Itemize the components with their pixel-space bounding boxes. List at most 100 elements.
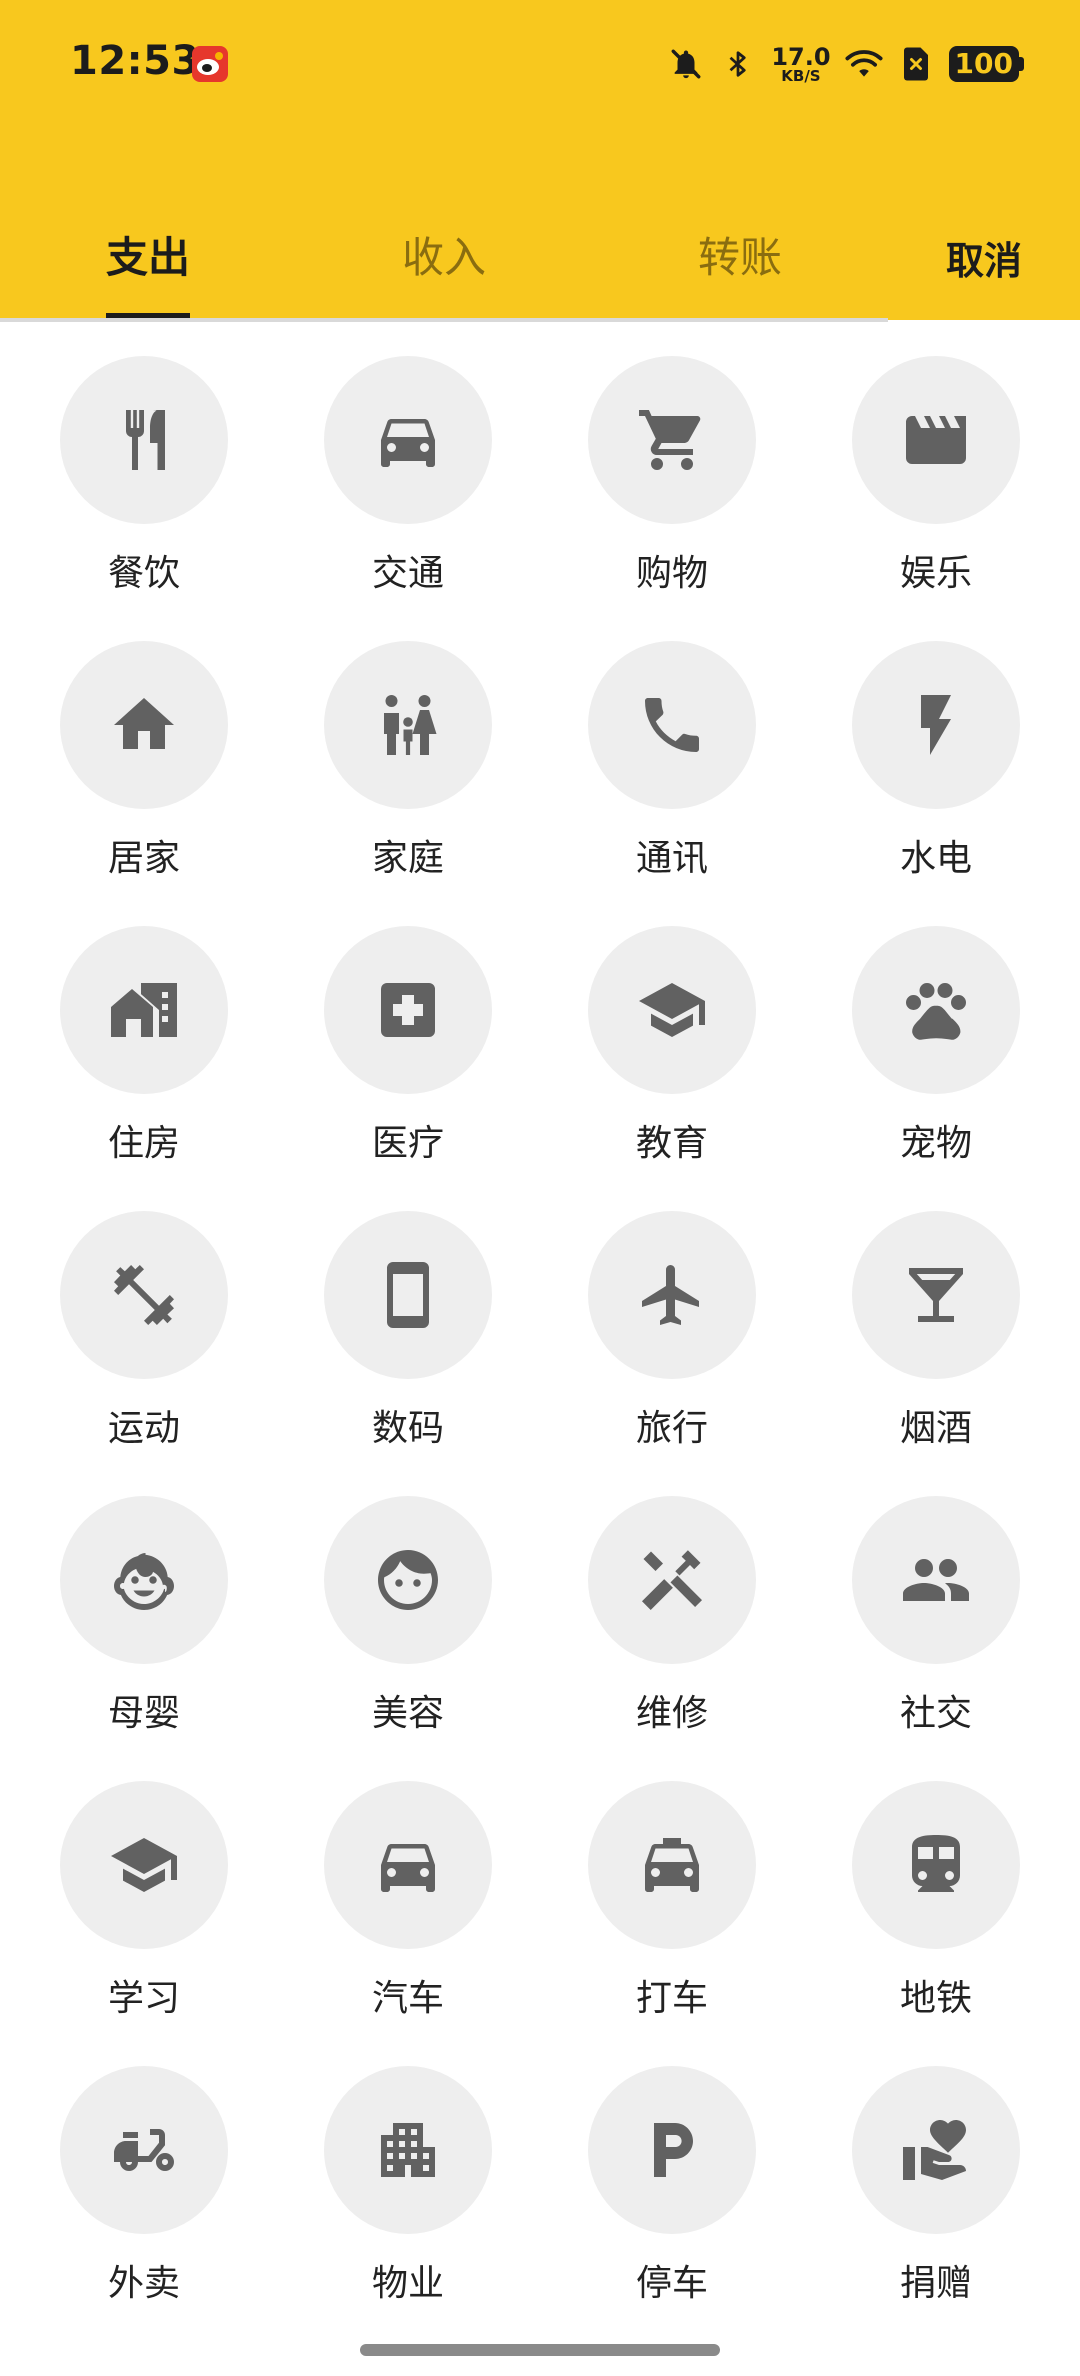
category-item[interactable]: 居家: [12, 605, 276, 893]
category-item[interactable]: 宠物: [804, 890, 1068, 1178]
category-icon-circle[interactable]: [852, 1211, 1020, 1379]
category-item[interactable]: 家庭: [276, 605, 540, 893]
category-label: 娱乐: [899, 553, 972, 594]
category-label: 运动: [107, 1408, 180, 1449]
category-icon-circle[interactable]: [588, 2066, 756, 2234]
category-item[interactable]: 餐饮: [12, 320, 276, 608]
lightning-icon: [921, 695, 951, 755]
category-item[interactable]: 打车: [540, 1745, 804, 2033]
category-icon-circle[interactable]: [324, 641, 492, 809]
category-item[interactable]: 住房: [12, 890, 276, 1178]
category-item[interactable]: 维修: [540, 1460, 804, 1748]
category-icon-circle[interactable]: [60, 356, 228, 524]
parking-icon: [654, 2123, 693, 2177]
category-item[interactable]: 捐赠: [804, 2030, 1068, 2318]
scooter-icon: [114, 2129, 174, 2171]
family-icon: [384, 695, 437, 755]
category-item[interactable]: 旅行: [540, 1175, 804, 1463]
restaurant-icon: [126, 410, 165, 470]
category-icon-circle[interactable]: [60, 1496, 228, 1664]
category-item[interactable]: 物业: [276, 2030, 540, 2318]
network-speed: 17.0 KB/S: [771, 45, 830, 84]
tools-icon: [642, 1550, 702, 1610]
graduation-cap-icon: [639, 983, 705, 1037]
category-icon-circle[interactable]: [588, 1781, 756, 1949]
category-item[interactable]: 烟酒: [804, 1175, 1068, 1463]
movie-clapper-icon: [906, 416, 966, 464]
category-icon-circle[interactable]: [60, 1211, 228, 1379]
category-icon-circle[interactable]: [588, 926, 756, 1094]
category-icon-circle[interactable]: [852, 641, 1020, 809]
category-item[interactable]: 通讯: [540, 605, 804, 893]
apartment-icon: [381, 2123, 435, 2177]
category-label: 汽车: [371, 1978, 444, 2019]
category-item[interactable]: 交通: [276, 320, 540, 608]
category-icon-circle[interactable]: [588, 1211, 756, 1379]
cancel-button[interactable]: 取消: [946, 230, 1022, 285]
category-icon-circle[interactable]: [852, 1496, 1020, 1664]
category-icon-circle[interactable]: [324, 1496, 492, 1664]
category-label: 住房: [107, 1123, 180, 1164]
category-item[interactable]: 地铁: [804, 1745, 1068, 2033]
category-icon-circle[interactable]: [324, 356, 492, 524]
category-item[interactable]: 水电: [804, 605, 1068, 893]
category-icon-circle[interactable]: [588, 1496, 756, 1664]
tab-income[interactable]: 收入: [402, 224, 486, 285]
header: 12:53 17.0 KB/S 100 支出 收入 转账 取消: [0, 0, 1080, 322]
tab-transfer[interactable]: 转账: [698, 224, 782, 285]
airplane-icon: [642, 1265, 699, 1325]
category-item[interactable]: 数码: [276, 1175, 540, 1463]
graduation-cap-icon: [111, 1838, 177, 1892]
category-item[interactable]: 停车: [540, 2030, 804, 2318]
category-icon-circle[interactable]: [852, 1781, 1020, 1949]
category-label: 宠物: [899, 1123, 972, 1164]
category-icon-circle[interactable]: [588, 641, 756, 809]
category-icon-circle[interactable]: [852, 926, 1020, 1094]
category-icon-circle[interactable]: [60, 2066, 228, 2234]
category-icon-circle[interactable]: [852, 356, 1020, 524]
category-label: 母婴: [107, 1693, 180, 1734]
people-icon: [903, 1559, 969, 1601]
car-icon: [381, 419, 435, 467]
category-label: 停车: [635, 2263, 708, 2304]
category-icon-circle[interactable]: [60, 1781, 228, 1949]
category-icon-circle[interactable]: [324, 1781, 492, 1949]
category-label: 交通: [371, 553, 444, 594]
home-indicator[interactable]: [360, 2344, 720, 2356]
category-item[interactable]: 学习: [12, 1745, 276, 2033]
category-label: 打车: [635, 1978, 708, 2019]
paw-icon: [906, 983, 966, 1040]
category-item[interactable]: 母婴: [12, 1460, 276, 1748]
category-icon-circle[interactable]: [60, 641, 228, 809]
tab-expense[interactable]: 支出: [106, 224, 190, 285]
category-icon-circle[interactable]: [324, 926, 492, 1094]
category-item[interactable]: 汽车: [276, 1745, 540, 2033]
category-item[interactable]: 运动: [12, 1175, 276, 1463]
tab-bar: 支出 收入 转账 取消: [0, 200, 1080, 320]
subway-icon: [912, 1835, 960, 1892]
category-item[interactable]: 社交: [804, 1460, 1068, 1748]
category-label: 捐赠: [899, 2263, 972, 2304]
taxi-icon: [645, 1838, 699, 1892]
category-label: 外卖: [107, 2263, 180, 2304]
category-item[interactable]: 娱乐: [804, 320, 1068, 608]
category-item[interactable]: 教育: [540, 890, 804, 1178]
network-speed-unit: KB/S: [781, 66, 821, 85]
category-icon-circle[interactable]: [324, 1211, 492, 1379]
category-label: 旅行: [635, 1408, 708, 1449]
wifi-icon: [845, 45, 883, 83]
donation-hand-heart-icon: [903, 2120, 966, 2180]
category-item[interactable]: 外卖: [12, 2030, 276, 2318]
category-item[interactable]: 美容: [276, 1460, 540, 1748]
category-item[interactable]: 购物: [540, 320, 804, 608]
category-icon-circle[interactable]: [852, 2066, 1020, 2234]
category-icon-circle[interactable]: [588, 356, 756, 524]
category-label: 教育: [635, 1123, 708, 1164]
battery-level: 100: [948, 46, 1019, 82]
category-label: 购物: [635, 553, 708, 594]
category-item[interactable]: 医疗: [276, 890, 540, 1178]
category-icon-circle[interactable]: [324, 2066, 492, 2234]
category-icon-circle[interactable]: [60, 926, 228, 1094]
dumbbell-icon: [114, 1265, 174, 1325]
phone-icon: [645, 698, 699, 752]
